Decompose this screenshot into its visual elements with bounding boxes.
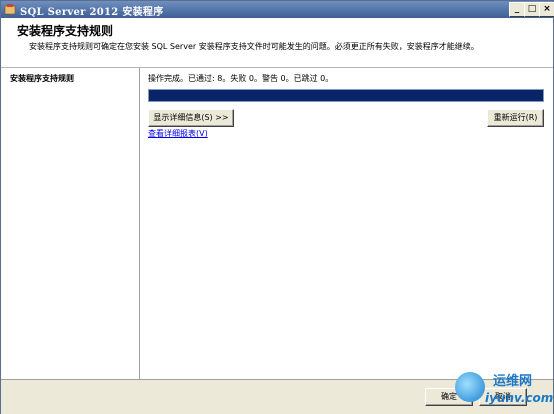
- show-details-button[interactable]: 显示详细信息(S) >>: [148, 109, 234, 127]
- installer-window: SQL Server 2012 安装程序 _ □ × 安装程序支持规则 安装程序…: [0, 0, 554, 414]
- watermark-logo-icon: [455, 372, 485, 402]
- watermark-text-primary: 运维网: [493, 374, 533, 389]
- site-watermark: 运维网 iyunv.com: [455, 366, 554, 412]
- sidebar-item-setup-support-rules[interactable]: 安装程序支持规则: [10, 73, 74, 84]
- progress-fill: [149, 90, 543, 101]
- page-description: 安装程序支持规则可确定在您安装 SQL Server 安装程序支持文件时可能发生…: [29, 42, 479, 51]
- page-title: 安装程序支持规则: [17, 24, 114, 38]
- operation-status-text: 操作完成。已通过: 8。失败 0。警告 0。已跳过 0。: [148, 74, 334, 83]
- close-button[interactable]: ×: [539, 2, 554, 17]
- progress-bar: [148, 89, 544, 102]
- sql-server-app-icon: [4, 3, 16, 15]
- window-title: SQL Server 2012 安装程序: [20, 7, 164, 18]
- maximize-button[interactable]: □: [524, 2, 540, 17]
- watermark-text-secondary: iyunv.com: [485, 391, 554, 405]
- title-bar[interactable]: SQL Server 2012 安装程序 _ □ ×: [1, 1, 554, 18]
- page-header: 安装程序支持规则 安装程序支持规则可确定在您安装 SQL Server 安装程序…: [1, 18, 553, 68]
- rerun-button[interactable]: 重新运行(R): [487, 109, 544, 127]
- view-detailed-report-link[interactable]: 查看详细报表(V): [148, 128, 208, 139]
- steps-sidebar: 安装程序支持规则: [1, 68, 140, 379]
- main-panel: 操作完成。已通过: 8。失败 0。警告 0。已跳过 0。 显示详细信息(S) >…: [140, 68, 553, 379]
- minimize-button[interactable]: _: [509, 2, 525, 17]
